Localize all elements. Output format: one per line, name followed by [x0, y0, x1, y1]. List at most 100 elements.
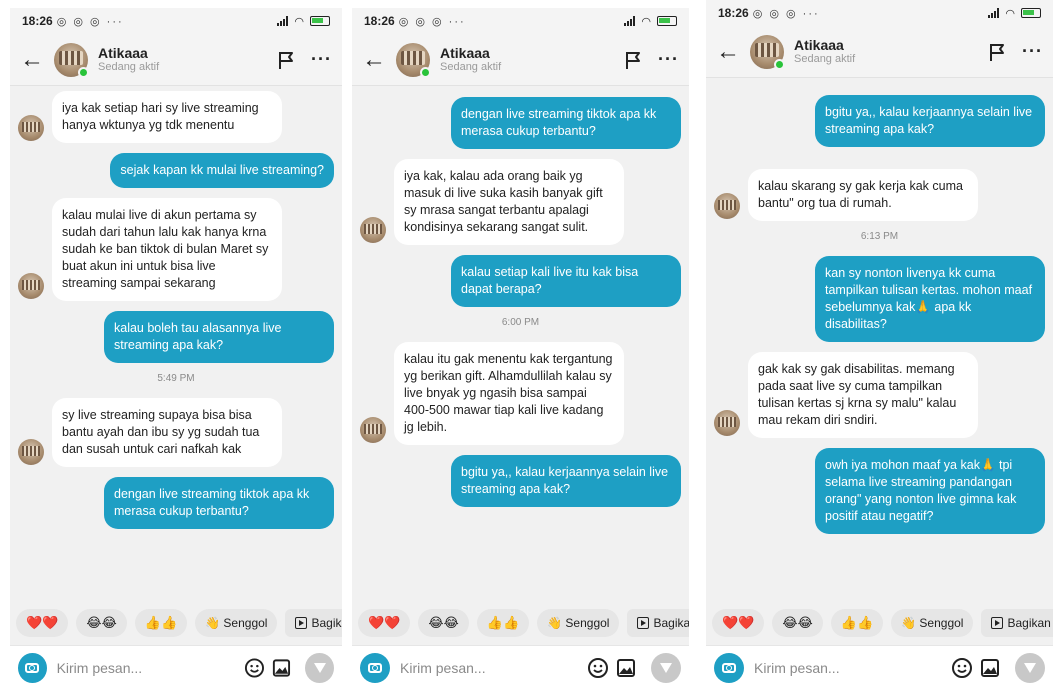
share-button[interactable]: Bagikan [285, 609, 342, 637]
quick-reply-hearts[interactable]: ❤️❤️ [16, 609, 69, 637]
chat-screen-2: 18:26 ◎ ◎ ◎ ··· ◠ ← Atikaaa Sedang aktif… [352, 8, 689, 689]
wifi-icon: ◠ [294, 15, 304, 28]
message-list[interactable]: iya kak setiap hari sy live streaming ha… [10, 87, 342, 597]
avatar [360, 417, 386, 443]
message-bubble: owh iya mohon maaf ya kak🙏 tpi selama li… [815, 448, 1045, 534]
message-bubble: dengan live streaming tiktok apa kk mera… [451, 97, 681, 149]
send-button[interactable] [651, 652, 681, 683]
message-list[interactable]: bgitu ya,, kalau kerjaannya selain live … [706, 79, 1053, 597]
message-incoming: iya kak, kalau ada orang baik yg masuk d… [360, 159, 681, 245]
battery-icon [310, 16, 330, 26]
quick-reply-thumbs[interactable]: 👍👍 [134, 609, 188, 637]
composer [352, 645, 689, 689]
message-bubble: kalau skarang sy gak kerja kak cuma bant… [748, 169, 978, 221]
chat-screen-3: 18:26 ◎ ◎ ◎ ··· ◠ ← Atikaaa Sedang aktif… [706, 0, 1053, 689]
senggol-button[interactable]: 👋 Senggol [891, 609, 974, 637]
camera-icon [722, 662, 736, 673]
quick-reply-laugh[interactable]: 😂😂 [76, 609, 127, 637]
message-input[interactable] [400, 659, 581, 676]
camera-icon [25, 662, 40, 673]
message-bubble: dengan live streaming tiktok apa kk mera… [104, 477, 334, 529]
message-incoming: kalau skarang sy gak kerja kak cuma bant… [714, 169, 1045, 221]
message-outgoing: dengan live streaming tiktok apa kk mera… [18, 477, 334, 529]
flag-icon[interactable] [986, 41, 1008, 63]
more-icon[interactable]: ··· [1022, 41, 1043, 62]
message-outgoing: dengan live streaming tiktok apa kk mera… [360, 97, 681, 149]
emoji-icon[interactable] [244, 657, 265, 679]
gallery-icon[interactable] [979, 657, 1001, 679]
avatar [360, 217, 386, 243]
message-outgoing: bgitu ya,, kalau kerjaannya selain live … [714, 95, 1045, 147]
more-icon[interactable]: ··· [311, 49, 332, 70]
flag-icon[interactable] [622, 49, 644, 71]
online-indicator [78, 66, 89, 78]
contact-name: Atikaaa [794, 37, 844, 54]
quick-reply-laugh[interactable]: 😂😂 [418, 609, 469, 637]
contact-avatar[interactable] [396, 42, 431, 78]
chat-header: ← Atikaaa Sedang aktif ··· [706, 26, 1053, 78]
share-button[interactable]: Bagikan [627, 609, 689, 637]
contact-name: Atikaaa [98, 45, 148, 62]
message-outgoing: kalau boleh tau alasannya live streaming… [18, 311, 334, 363]
quick-reply-thumbs[interactable]: 👍👍 [830, 609, 884, 637]
gallery-icon[interactable] [271, 657, 292, 679]
gallery-icon[interactable] [615, 657, 637, 679]
message-bubble: bgitu ya,, kalau kerjaannya selain live … [451, 455, 681, 507]
avatar [18, 439, 44, 465]
quick-reply-laugh[interactable]: 😂😂 [772, 609, 823, 637]
wifi-icon: ◠ [1005, 7, 1015, 20]
avatar [714, 193, 740, 219]
contact-name: Atikaaa [440, 45, 490, 62]
message-bubble: kan sy nonton livenya kk cuma tampilkan … [815, 256, 1045, 342]
message-input[interactable] [754, 659, 945, 676]
camera-button[interactable] [714, 652, 744, 683]
send-icon [660, 662, 672, 673]
message-timestamp: 6:00 PM [501, 317, 540, 328]
emoji-icon[interactable] [587, 657, 609, 679]
contact-info[interactable]: Atikaaa Sedang aktif [794, 37, 855, 66]
send-icon [1024, 662, 1036, 673]
back-arrow-icon[interactable]: ← [716, 39, 744, 64]
camera-button[interactable] [360, 652, 390, 683]
avatar [18, 273, 44, 299]
more-icon[interactable]: ··· [658, 49, 679, 70]
send-icon [313, 662, 326, 673]
flag-icon[interactable] [275, 49, 297, 71]
camera-button[interactable] [18, 652, 47, 683]
contact-avatar[interactable] [750, 34, 785, 70]
online-indicator [420, 66, 431, 78]
quick-reply-hearts[interactable]: ❤️❤️ [358, 609, 411, 637]
message-incoming: kalau mulai live di akun pertama sy suda… [18, 198, 334, 301]
emoji-icon[interactable] [951, 657, 973, 679]
message-bubble: bgitu ya,, kalau kerjaannya selain live … [815, 95, 1045, 147]
quick-reply-thumbs[interactable]: 👍👍 [476, 609, 530, 637]
contact-info[interactable]: Atikaaa Sedang aktif [440, 45, 501, 74]
message-timestamp: 6:13 PM [860, 231, 899, 242]
contact-info[interactable]: Atikaaa Sedang aktif [98, 45, 159, 74]
quick-reply-hearts[interactable]: ❤️❤️ [712, 609, 765, 637]
message-list[interactable]: dengan live streaming tiktok apa kk mera… [352, 87, 689, 597]
notification-icons: ◎ ◎ ◎ ··· [398, 15, 466, 28]
chat-header: ← Atikaaa Sedang aktif ··· [10, 34, 342, 86]
battery-icon [1021, 8, 1041, 18]
chat-header: ← Atikaaa Sedang aktif ··· [352, 34, 689, 86]
notification-icons: ◎ ◎ ◎ ··· [56, 15, 124, 28]
send-button[interactable] [305, 652, 334, 683]
back-arrow-icon[interactable]: ← [362, 47, 390, 72]
message-bubble: gak kak sy gak disabilitas. memang pada … [748, 352, 978, 438]
chat-screen-1: 18:26 ◎ ◎ ◎ ··· ◠ ← Atikaaa Sedang aktif… [10, 8, 342, 689]
message-input[interactable] [56, 659, 238, 676]
contact-avatar[interactable] [54, 42, 89, 78]
quick-reply-bar: ❤️❤️ 😂😂 👍👍 👋 Senggol Bagikan [352, 601, 689, 645]
system-icons: ◠ [277, 15, 330, 28]
message-outgoing: owh iya mohon maaf ya kak🙏 tpi selama li… [714, 448, 1045, 534]
send-button[interactable] [1015, 652, 1045, 683]
message-bubble: iya kak, kalau ada orang baik yg masuk d… [394, 159, 624, 245]
status-time: 18:26 [718, 6, 749, 20]
senggol-button[interactable]: 👋 Senggol [537, 609, 620, 637]
back-arrow-icon[interactable]: ← [20, 47, 48, 72]
quick-reply-bar: ❤️❤️ 😂😂 👍👍 👋 Senggol Bagikan [706, 601, 1053, 645]
senggol-button[interactable]: 👋 Senggol [195, 609, 278, 637]
message-incoming: gak kak sy gak disabilitas. memang pada … [714, 352, 1045, 438]
share-button[interactable]: Bagikan [981, 609, 1053, 637]
